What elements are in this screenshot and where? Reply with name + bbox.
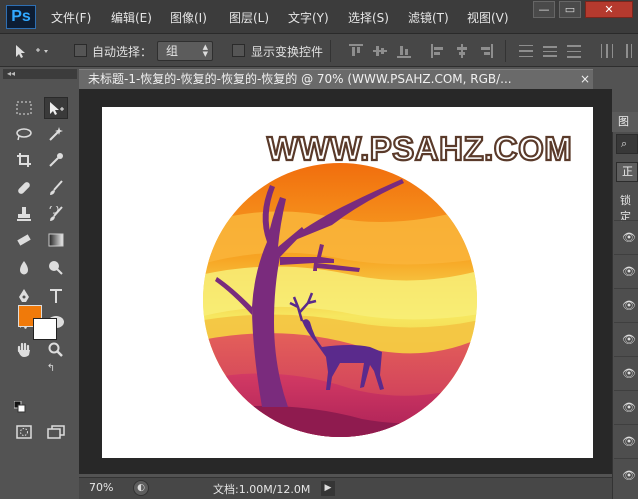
search-icon[interactable]: ⌕ <box>616 134 638 154</box>
distribute-vcenter-icon[interactable] <box>543 44 557 58</box>
toolbox-collapse[interactable]: ◂◂ <box>3 69 77 79</box>
align-vcenter-icon[interactable] <box>373 44 387 58</box>
blur-tool-icon[interactable] <box>12 257 36 279</box>
layer-row[interactable]: 👁 <box>614 356 638 389</box>
swap-colors-icon[interactable]: ↰ <box>44 362 58 376</box>
eye-icon[interactable]: 👁 <box>622 231 636 244</box>
hand-tool-icon[interactable] <box>12 339 36 361</box>
status-bar: 70% ◐ 文档:1.00M/12.0M ▶ <box>79 477 612 499</box>
align-top-icon[interactable] <box>349 44 363 58</box>
menu-filter[interactable]: 滤镜(T) <box>408 9 449 26</box>
layer-row[interactable]: 👁 <box>614 424 638 457</box>
eye-icon[interactable]: 👁 <box>622 401 636 414</box>
document-canvas[interactable]: WWW.PSAHZ.COM <box>102 107 593 458</box>
menu-image[interactable]: 图像(I) <box>170 9 207 26</box>
close-button[interactable]: ✕ <box>585 1 633 18</box>
restore-button[interactable]: ▭ <box>559 1 581 18</box>
distribute-left-icon[interactable] <box>600 44 614 58</box>
crop-tool-icon[interactable] <box>12 149 36 171</box>
zoom-tool-icon[interactable] <box>44 339 68 361</box>
blend-mode-dropdown[interactable]: 正 <box>616 162 638 182</box>
auto-select-dropdown[interactable]: 组 ▲ ▼ <box>157 41 213 61</box>
magic-wand-tool-icon[interactable] <box>44 123 68 145</box>
history-brush-tool-icon[interactable] <box>44 203 68 225</box>
divider <box>505 40 506 62</box>
move-tool-icon[interactable] <box>44 97 68 119</box>
move-tool-icon <box>16 45 48 58</box>
type-tool-icon[interactable] <box>44 285 68 307</box>
layer-row[interactable]: 👁 <box>614 288 638 321</box>
chevron-updown-icon: ▲ ▼ <box>202 43 208 58</box>
marquee-tool-icon[interactable] <box>12 97 36 119</box>
screen-mode-icon[interactable] <box>44 421 68 443</box>
quick-mask-icon[interactable] <box>12 421 36 443</box>
distribute-bottom-icon[interactable] <box>567 44 581 58</box>
status-menu-arrow-icon[interactable]: ▶ <box>321 481 335 496</box>
default-colors-icon[interactable] <box>13 397 26 413</box>
menu-layer[interactable]: 图层(L) <box>229 9 269 26</box>
photoshop-logo: Ps <box>6 5 36 29</box>
eye-icon[interactable]: 👁 <box>622 299 636 312</box>
artwork-illustration: WWW.PSAHZ.COM <box>203 129 573 437</box>
brush-tool-icon[interactable] <box>44 177 68 199</box>
distribute-hcenter-icon[interactable] <box>624 44 638 58</box>
eye-icon[interactable]: 👁 <box>622 469 636 482</box>
show-transform-checkbox[interactable] <box>232 44 245 57</box>
layer-row[interactable]: 👁 <box>614 322 638 355</box>
show-transform-label: 显示变换控件 <box>251 45 324 59</box>
layer-row[interactable]: 👁 <box>614 220 638 253</box>
auto-select-label: 自动选择： <box>92 45 153 59</box>
eye-icon[interactable]: 👁 <box>622 367 636 380</box>
eye-icon[interactable]: 👁 <box>622 435 636 448</box>
zoom-level[interactable]: 70% <box>89 481 113 494</box>
minimize-button[interactable]: — <box>533 1 555 18</box>
auto-select-checkbox[interactable] <box>74 44 87 57</box>
menu-type[interactable]: 文字(Y) <box>288 9 329 26</box>
move-tool-preset-picker[interactable] <box>10 42 50 60</box>
eye-icon[interactable]: 👁 <box>622 265 636 278</box>
menu-view[interactable]: 视图(V) <box>467 9 509 26</box>
background-color-swatch[interactable] <box>33 318 57 340</box>
options-bar: 自动选择： 组 ▲ ▼ 显示变换控件 <box>0 34 638 67</box>
align-left-icon[interactable] <box>431 44 445 58</box>
layers-tab[interactable]: 图层 <box>612 112 638 148</box>
preview-icon[interactable]: ◐ <box>133 480 149 496</box>
layer-row[interactable]: 👁 <box>614 390 638 423</box>
eye-icon[interactable]: 👁 <box>622 333 636 346</box>
align-bottom-icon[interactable] <box>397 44 411 58</box>
menu-edit[interactable]: 编辑(E) <box>111 9 152 26</box>
eraser-tool-icon[interactable] <box>12 229 36 251</box>
align-hcenter-icon[interactable] <box>455 44 469 58</box>
document-size: 文档:1.00M/12.0M <box>213 483 311 496</box>
clone-stamp-tool-icon[interactable] <box>12 203 36 225</box>
dodge-tool-icon[interactable] <box>44 257 68 279</box>
pen-tool-icon[interactable] <box>12 285 36 307</box>
layer-row[interactable]: 👁 <box>614 458 638 491</box>
distribute-top-icon[interactable] <box>519 44 533 58</box>
eyedropper-tool-icon[interactable] <box>44 149 68 171</box>
align-right-icon[interactable] <box>479 44 493 58</box>
menu-file[interactable]: 文件(F) <box>51 9 91 26</box>
layer-row[interactable]: 👁 <box>614 254 638 287</box>
close-tab-icon[interactable]: × <box>578 72 592 86</box>
menu-select[interactable]: 选择(S) <box>348 9 389 26</box>
lasso-tool-icon[interactable] <box>12 123 36 145</box>
gradient-tool-icon[interactable] <box>44 229 68 251</box>
divider <box>330 40 331 62</box>
healing-brush-tool-icon[interactable] <box>12 177 36 199</box>
auto-select-value: 组 <box>166 44 179 58</box>
document-tab[interactable]: 未标题-1-恢复的-恢复的-恢复的-恢复的 @ 70% (WWW.PSAHZ.C… <box>79 69 593 89</box>
menu-bar: Ps 文件(F) 编辑(E) 图像(I) 图层(L) 文字(Y) 选择(S) 滤… <box>0 0 638 34</box>
watermark-text: WWW.PSAHZ.COM <box>267 130 572 167</box>
